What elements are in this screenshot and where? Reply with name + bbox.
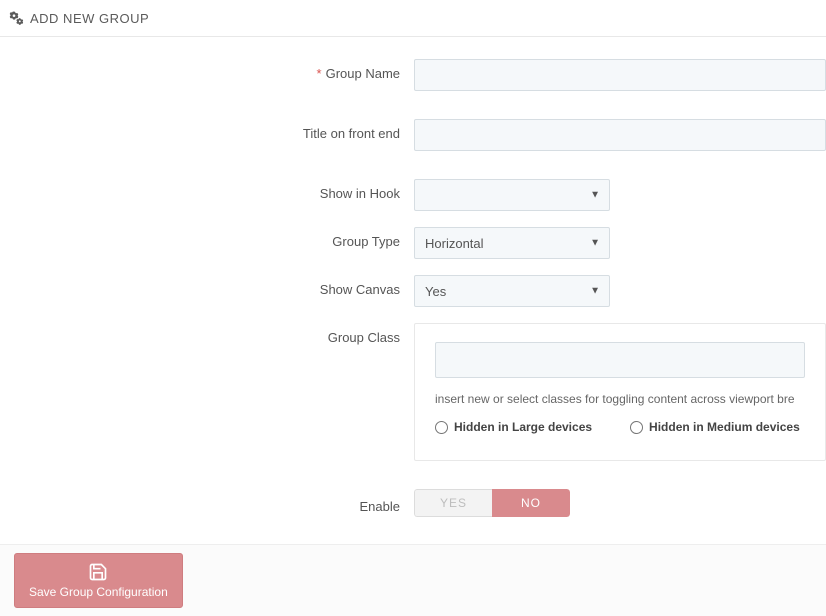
row-group-type: Group Type Horizontal ▼ (0, 227, 826, 259)
label-title-front-end: Title on front end (0, 119, 414, 141)
group-class-hint: insert new or select classes for togglin… (435, 392, 805, 406)
group-name-input[interactable] (414, 59, 826, 91)
group-class-panel: insert new or select classes for togglin… (414, 323, 826, 461)
form-area: *Group Name Title on front end Show in H… (0, 37, 826, 517)
save-group-configuration-button[interactable]: Save Group Configuration (14, 553, 183, 608)
group-type-select-wrap: Horizontal ▼ (414, 227, 610, 259)
label-enable: Enable (0, 492, 414, 514)
radio-hidden-medium[interactable]: Hidden in Medium devices (630, 420, 800, 434)
label-group-type: Group Type (0, 227, 414, 249)
row-enable: Enable YES NO (0, 489, 826, 517)
radio-hidden-large-input[interactable] (435, 421, 448, 434)
show-canvas-select-wrap: Yes ▼ (414, 275, 610, 307)
page-header: ADD NEW GROUP (0, 0, 826, 37)
save-button-label: Save Group Configuration (29, 585, 168, 599)
title-front-end-input[interactable] (414, 119, 826, 151)
enable-no-button[interactable]: NO (492, 489, 570, 517)
enable-toggle: YES NO (414, 489, 570, 517)
required-mark: * (317, 66, 322, 81)
save-icon (88, 562, 108, 582)
show-in-hook-select-wrap: ▼ (414, 179, 610, 211)
row-group-class: Group Class insert new or select classes… (0, 323, 826, 461)
group-class-input[interactable] (435, 342, 805, 378)
row-show-canvas: Show Canvas Yes ▼ (0, 275, 826, 307)
group-type-select[interactable]: Horizontal (414, 227, 610, 259)
label-group-name: *Group Name (0, 59, 414, 81)
row-show-in-hook: Show in Hook ▼ (0, 179, 826, 211)
hidden-devices-radios: Hidden in Large devices Hidden in Medium… (435, 420, 805, 434)
row-group-name: *Group Name (0, 59, 826, 91)
footer: Save Group Configuration (0, 544, 826, 616)
show-in-hook-select[interactable] (414, 179, 610, 211)
enable-yes-button[interactable]: YES (414, 489, 492, 517)
row-title-front-end: Title on front end (0, 119, 826, 151)
label-group-class: Group Class (0, 323, 414, 345)
radio-hidden-large[interactable]: Hidden in Large devices (435, 420, 592, 434)
show-canvas-select[interactable]: Yes (414, 275, 610, 307)
page-title: ADD NEW GROUP (30, 11, 149, 26)
label-show-canvas: Show Canvas (0, 275, 414, 297)
label-show-in-hook: Show in Hook (0, 179, 414, 201)
radio-hidden-medium-input[interactable] (630, 421, 643, 434)
gears-icon (8, 10, 24, 26)
